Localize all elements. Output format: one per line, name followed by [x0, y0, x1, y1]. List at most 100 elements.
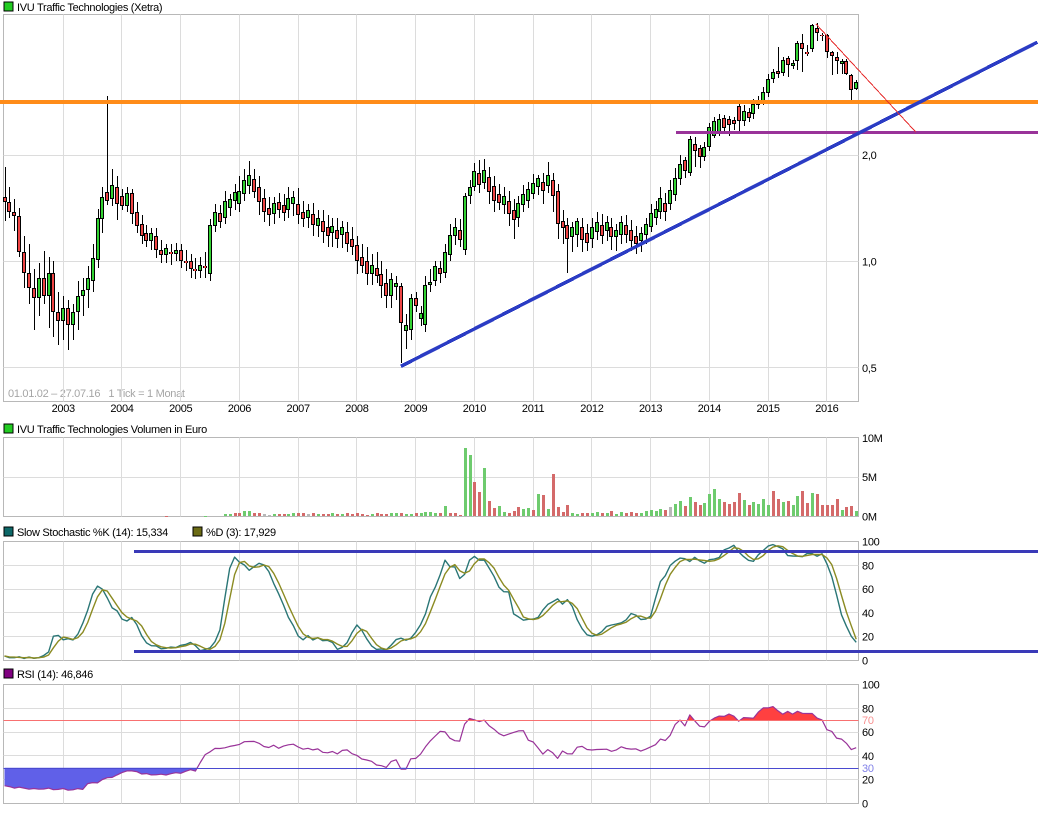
stochastic-axis-label: 60 — [862, 584, 874, 596]
candle-body-fill — [801, 44, 803, 48]
volume-bar — [405, 514, 408, 516]
volume-bar — [346, 513, 349, 516]
volume-bar — [508, 513, 511, 516]
volume-bar — [224, 514, 227, 516]
candle-body-fill — [581, 228, 583, 239]
candle-body-fill — [361, 258, 363, 265]
candle-body-fill — [72, 313, 74, 324]
volume-bar — [586, 513, 589, 516]
rsi-axis-label: 70 — [862, 715, 874, 727]
volume-bar — [640, 513, 643, 516]
candle-body-fill — [591, 228, 593, 238]
volume-bar — [376, 513, 379, 516]
candle-body-fill — [160, 251, 162, 254]
volume-bar — [733, 502, 736, 516]
candle-body-fill — [243, 181, 245, 193]
volume-bar — [562, 512, 565, 516]
candle-body-fill — [199, 266, 201, 270]
volume-bar — [723, 502, 726, 516]
volume-bar — [366, 515, 369, 516]
candle-wick — [5, 167, 6, 221]
candle-body-fill — [376, 269, 378, 275]
candle-body-fill — [836, 58, 838, 60]
date-range-note: 01.01.02 – 27.07.16 1 Tick = 1 Monat — [8, 388, 185, 400]
volume-bar — [635, 513, 638, 516]
rsi-70-line — [4, 720, 859, 721]
candle-body-fill — [659, 199, 661, 211]
candle-body-fill — [150, 234, 152, 240]
volume-bar — [708, 494, 711, 516]
candle-body-fill — [67, 309, 69, 324]
volume-bar — [503, 512, 506, 516]
volume-bar — [322, 514, 325, 516]
stochastic-d-label: %D (3): 17,929 — [206, 527, 276, 539]
stochastic-band-line — [134, 550, 1038, 553]
volume-bar — [581, 513, 584, 516]
volume-bar — [243, 511, 246, 516]
candle-body-fill — [317, 219, 319, 225]
volume-bar — [566, 505, 569, 516]
volume-bar — [762, 499, 765, 516]
volume-bar — [478, 492, 481, 516]
candle-body-fill — [351, 240, 353, 246]
volume-bar — [400, 513, 403, 516]
orange-resistance-line — [0, 100, 1038, 104]
candle-wick — [406, 314, 407, 349]
candle-body-fill — [459, 231, 461, 239]
volume-bar — [713, 489, 716, 516]
volume-panel-legend: IVU Traffic Technologies Volumen in Euro — [4, 424, 207, 436]
candle-body-fill — [82, 291, 84, 295]
volume-bar — [410, 514, 413, 516]
candle-body-fill — [415, 299, 417, 305]
candle-body-fill — [449, 236, 451, 254]
volume-bar — [434, 513, 437, 516]
stochastic-d-marker-icon — [193, 527, 202, 536]
candle-body-fill — [101, 198, 103, 218]
volume-bar — [767, 505, 770, 516]
volume-axis-label: 5M — [862, 472, 877, 484]
candle-body-fill — [13, 213, 15, 215]
volume-bar — [664, 510, 667, 516]
candle-body-fill — [473, 172, 475, 186]
candle-body-fill — [185, 261, 187, 263]
volume-bar — [537, 494, 540, 516]
candle-body-fill — [743, 112, 745, 120]
candle-body-fill — [341, 228, 343, 234]
volume-bar — [469, 455, 472, 516]
candle-body-fill — [439, 269, 441, 273]
volume-bar — [772, 491, 775, 516]
candle-body-fill — [410, 299, 412, 329]
chart-page: IVU Traffic Technologies (Xetra) IVU Tra… — [0, 0, 1038, 814]
candle-body-fill — [131, 194, 133, 213]
candle-body-fill — [209, 226, 211, 273]
volume-bar — [449, 513, 452, 516]
volume-bar — [610, 511, 613, 516]
candle-body-fill — [57, 313, 59, 320]
candle-body-fill — [703, 148, 705, 156]
volume-bar — [248, 511, 251, 516]
candle-body-fill — [694, 145, 696, 150]
candle-body-fill — [542, 183, 544, 190]
candle-body-fill — [43, 279, 45, 295]
candle-body-fill — [111, 186, 113, 198]
volume-bar — [278, 514, 281, 516]
candle-body-fill — [640, 234, 642, 240]
volume-bar — [483, 468, 486, 516]
year-axis-label: 2005 — [169, 403, 192, 415]
volume-bar — [336, 514, 339, 516]
volume-bar — [576, 514, 579, 516]
candle-body-fill — [258, 188, 260, 201]
candle-body-fill — [77, 297, 79, 311]
stochastic-panel-border — [4, 542, 859, 661]
volume-bar — [351, 514, 354, 516]
candle-body-fill — [214, 213, 216, 225]
volume-bar — [439, 513, 442, 516]
rsi-label: RSI (14): 46,846 — [17, 669, 93, 681]
candle-body-fill — [552, 181, 554, 195]
candle-body-fill — [767, 80, 769, 92]
stochastic-k-label: Slow Stochastic %K (14): 15,334 — [17, 527, 168, 539]
stochastic-d-line — [5, 546, 857, 658]
candle-body-fill — [327, 228, 329, 235]
volume-bar — [297, 513, 300, 516]
red-trendline — [816, 24, 916, 132]
